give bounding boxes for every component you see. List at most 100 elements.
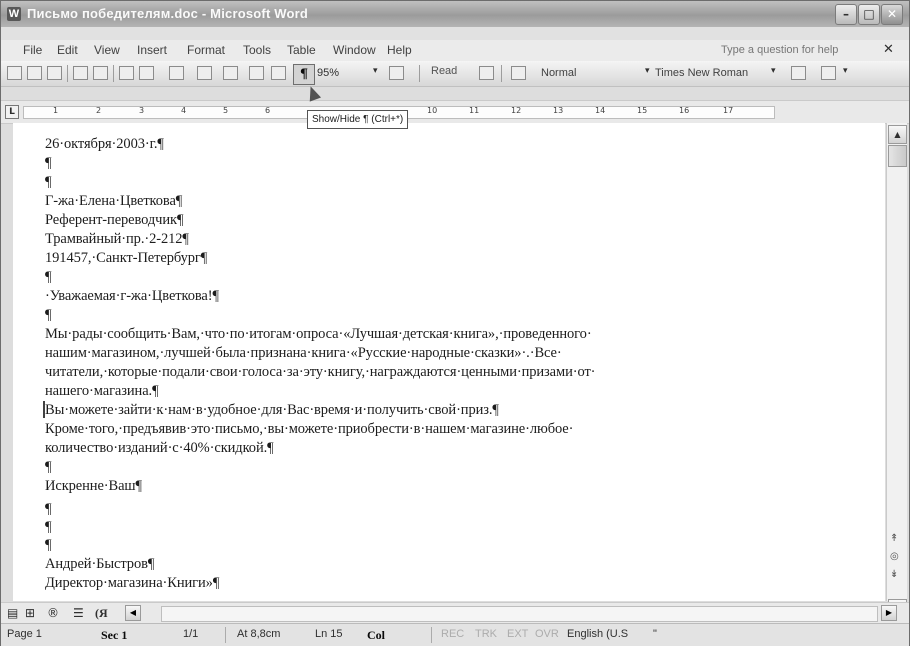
doc-line[interactable]: Референт-переводчик¶ [45,212,184,229]
status-column: Col [367,628,385,642]
scroll-left-icon[interactable]: ◀ [125,605,141,621]
title-bar[interactable]: W Письмо победителям.doc - Microsoft Wor… [1,1,909,27]
horizontal-ruler[interactable]: L 1 2 3 4 5 6 10 11 12 13 14 15 16 17 [1,100,909,124]
menu-format[interactable]: Format [187,43,225,57]
next-page-icon[interactable]: ↡ [890,569,898,580]
close-document-icon[interactable]: ✕ [883,42,894,57]
doc-line[interactable]: нашим·магазином,·лучшей·была·признана·кн… [45,345,562,362]
style-pane-icon[interactable] [511,66,526,80]
word-app-icon[interactable]: W [7,7,21,21]
status-track-changes[interactable]: TRK [475,628,497,640]
minimize-button[interactable]: – [835,4,857,25]
document-page[interactable]: 26·октября·2003·г.¶ ¶ ¶ Г-жа·Елена·Цветк… [13,123,885,601]
print-preview-icon[interactable] [93,66,108,80]
undo-icon[interactable] [119,66,134,80]
doc-line[interactable]: ¶ [45,174,52,191]
normal-view-icon[interactable]: ▤ [7,606,18,620]
print-icon[interactable] [73,66,88,80]
hyperlink-icon[interactable] [169,66,184,80]
outline-view-icon[interactable]: ☰ [73,606,84,620]
menu-bar: File Edit View Insert Format Tools Table… [1,40,909,61]
doc-line[interactable]: 191457,·Санкт-Петербург¶ [45,250,207,267]
doc-line[interactable]: Искренне·Ваш¶ [45,478,142,495]
doc-line[interactable]: нашего·магазина.¶ [45,383,159,400]
doc-line[interactable]: Г-жа·Елена·Цветкова¶ [45,193,182,210]
doc-line[interactable]: ¶ [45,501,52,518]
ruler-number: 3 [139,106,145,115]
reading-layout-view-icon[interactable]: (Я [95,606,108,621]
word-window: W Письмо победителям.doc - Microsoft Wor… [0,0,910,646]
menu-bar-spacer [1,27,909,40]
horizontal-scrollbar[interactable] [161,606,878,622]
open-icon[interactable] [27,66,42,80]
status-language[interactable]: English (U.S [567,628,628,640]
save-icon[interactable] [47,66,62,80]
zoom-select[interactable]: 95% [317,65,361,81]
spelling-status-icon[interactable]: " [653,628,657,640]
tab-stop-selector-icon[interactable]: L [5,105,19,119]
doc-line[interactable]: Кроме·того,·предъявив·это·письмо,·вы·мож… [45,421,573,438]
ruler-number: 15 [637,106,648,115]
doc-line[interactable]: Директор·магазина·Книги»¶ [45,575,219,592]
font-color-dropdown-icon[interactable]: ▾ [843,66,848,76]
redo-icon[interactable] [139,66,154,80]
previous-page-icon[interactable]: ↟ [890,533,898,544]
new-icon[interactable] [7,66,22,80]
print-layout-view-icon[interactable]: ® [47,606,59,620]
doc-line[interactable]: ¶ [45,459,52,476]
font-dropdown-arrow-icon[interactable]: ▾ [771,66,776,76]
menu-window[interactable]: Window [333,43,376,57]
drawing-icon[interactable] [249,66,264,80]
doc-line[interactable]: Вы·можете·зайти·к·нам·в·удобное·для·Вас·… [45,402,499,419]
menu-file[interactable]: File [23,43,42,57]
doc-line[interactable]: ¶ [45,519,52,536]
style-select[interactable]: Normal [541,65,631,81]
scroll-right-icon[interactable]: ▶ [881,605,897,621]
doc-line[interactable]: 26·октября·2003·г.¶ [45,136,164,153]
menu-edit[interactable]: Edit [57,43,78,57]
read-mode-icon[interactable] [479,66,494,80]
status-extend[interactable]: EXT [507,628,528,640]
style-dropdown-arrow-icon[interactable]: ▾ [645,66,650,76]
document-map-icon[interactable] [271,66,286,80]
show-hide-button[interactable]: ¶ [293,64,315,85]
doc-line[interactable]: ¶ [45,269,52,286]
status-overtype[interactable]: OVR [535,628,559,640]
window-title: Письмо победителям.doc - Microsoft Word [27,6,309,21]
zoom-dropdown-arrow-icon[interactable]: ▾ [373,66,378,76]
ruler-number: 4 [181,106,187,115]
doc-line[interactable]: ¶ [45,155,52,172]
menu-help[interactable]: Help [387,43,412,57]
web-layout-view-icon[interactable]: ⊞ [25,606,35,620]
doc-line[interactable]: Мы·рады·сообщить·Вам,·что·по·итогам·опро… [45,326,592,343]
status-pages: 1/1 [183,628,199,640]
doc-line[interactable]: ¶ [45,307,52,324]
border-icon[interactable] [791,66,806,80]
doc-line[interactable]: ·Уважаемая·г-жа·Цветкова!¶ [45,288,219,305]
columns-icon[interactable] [223,66,238,80]
select-browse-object-icon[interactable]: ◎ [890,551,899,562]
close-button[interactable]: ✕ [881,4,903,25]
menu-tools[interactable]: Tools [243,43,271,57]
help-question-input[interactable]: Type a question for help [721,42,871,58]
menu-insert[interactable]: Insert [137,43,167,57]
toolbar-separator [419,65,420,82]
maximize-button[interactable]: □ [858,4,880,25]
doc-line[interactable]: читатели,·которые·подали·свои·голоса·за·… [45,364,596,381]
font-color-icon[interactable] [821,66,836,80]
scroll-up-icon[interactable]: ▲ [888,125,907,144]
doc-line[interactable]: ¶ [45,537,52,554]
status-record[interactable]: REC [441,628,464,640]
scroll-thumb[interactable] [888,145,907,167]
doc-line[interactable]: количество·изданий·с·40%·скидкой.¶ [45,440,274,457]
read-button[interactable]: Read [431,65,457,77]
menu-table[interactable]: Table [287,43,316,57]
toolbar-separator [501,65,502,82]
menu-view[interactable]: View [94,43,120,57]
vertical-scrollbar[interactable]: ▲ ↟ ◎ ↡ ▼ [886,123,907,618]
font-select[interactable]: Times New Roman [655,65,765,81]
doc-line[interactable]: Андрей·Быстров¶ [45,556,154,573]
table-icon[interactable] [197,66,212,80]
help-icon[interactable] [389,66,404,80]
doc-line[interactable]: Трамвайный·пр.·2-212¶ [45,231,189,248]
